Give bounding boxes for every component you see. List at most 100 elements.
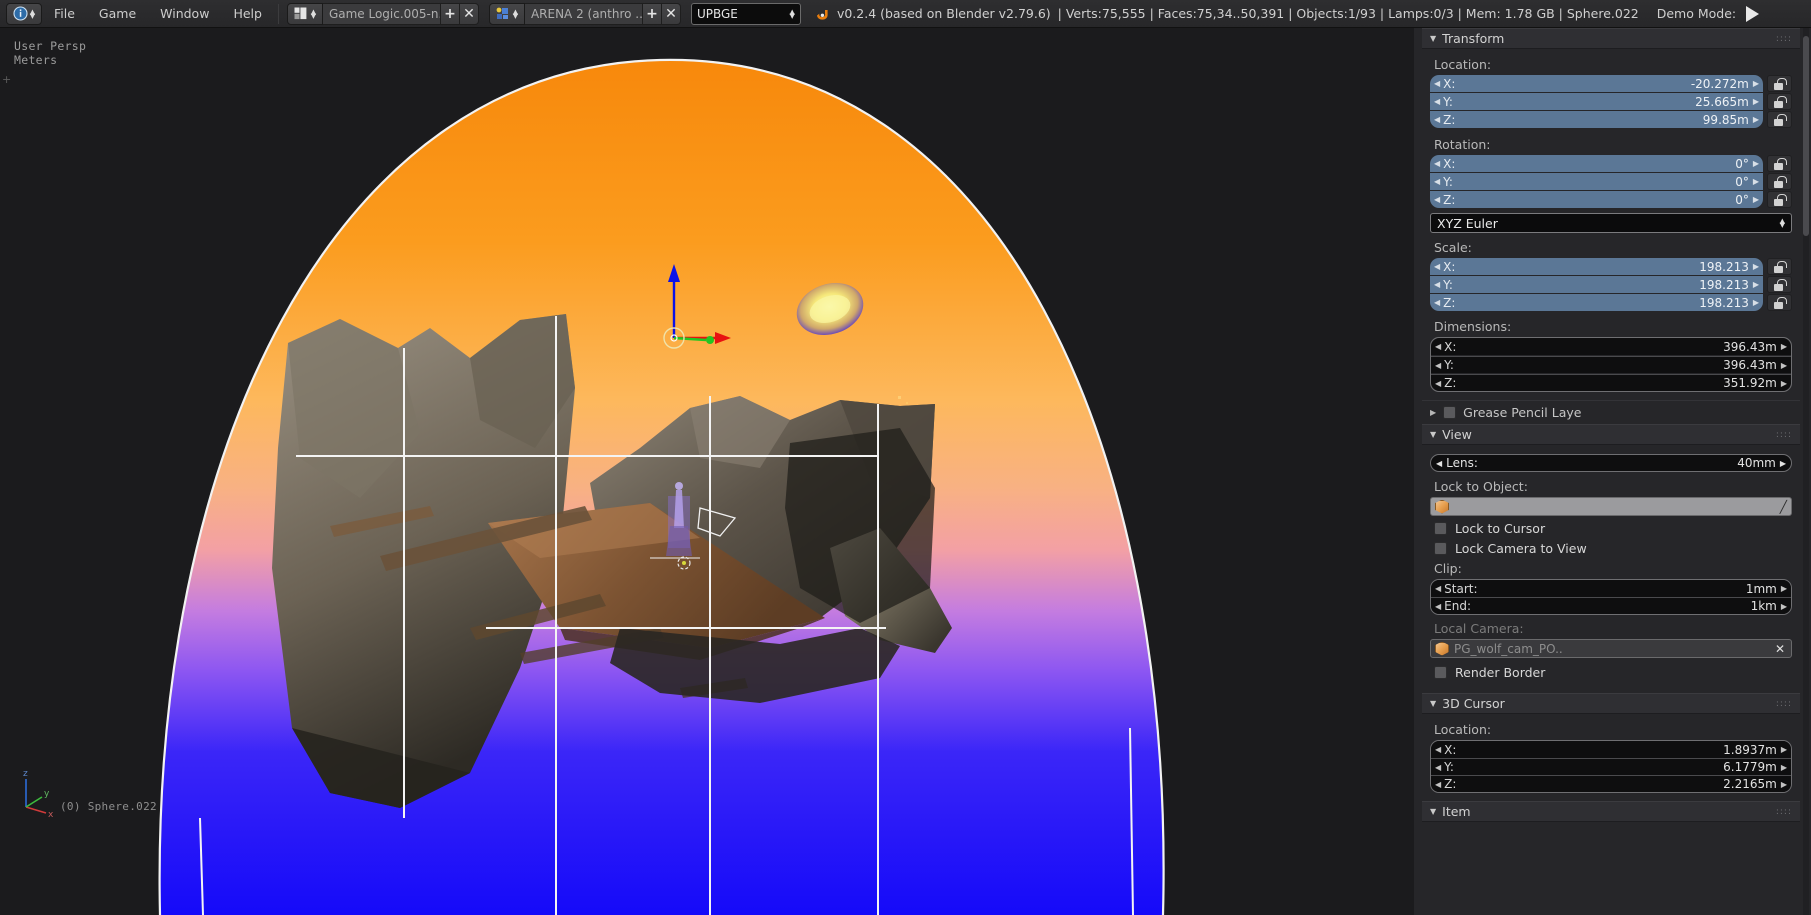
cursor-z-field[interactable]: ◀ Z: 2.2165m ▶ [1431, 775, 1791, 792]
increment-arrow-icon[interactable]: ▶ [1781, 602, 1787, 611]
info-editor-icon[interactable]: ▲ ▼ [6, 2, 42, 25]
dimensions-y-field[interactable]: ◀ Y: 396.43m ▶ [1431, 356, 1791, 373]
increment-arrow-icon[interactable]: ▶ [1781, 763, 1787, 772]
play-icon[interactable] [1746, 5, 1760, 22]
render-engine-select[interactable]: UPBGE ▲ ▼ [690, 2, 801, 25]
location-z-field[interactable]: ◀ Z: 99.85m ▶ [1430, 111, 1763, 128]
lens-field[interactable]: ◀ Lens: 40mm ▶ [1430, 454, 1792, 472]
scene-name-field[interactable]: ARENA 2 (anthro .. [524, 2, 643, 25]
panel-header-item[interactable]: ▼ Item :::: [1422, 801, 1800, 822]
decrement-arrow-icon[interactable]: ◀ [1434, 177, 1440, 186]
decrement-arrow-icon[interactable]: ◀ [1434, 115, 1440, 124]
panel-header-grease-pencil[interactable]: ▶ Grease Pencil Laye [1422, 400, 1800, 424]
panel-header-view[interactable]: ▼ View :::: [1422, 424, 1800, 445]
panel-header-3d-cursor[interactable]: ▼ 3D Cursor :::: [1422, 693, 1800, 714]
increment-arrow-icon[interactable]: ▶ [1753, 280, 1759, 289]
lock-camera-to-view-toggle[interactable]: Lock Camera to View [1434, 541, 1792, 556]
clip-start-field[interactable]: ◀ Start: 1mm ▶ [1431, 580, 1791, 597]
increment-arrow-icon[interactable]: ▶ [1781, 361, 1787, 370]
menu-game[interactable]: Game [87, 0, 148, 28]
increment-arrow-icon[interactable]: ▶ [1753, 115, 1759, 124]
increment-arrow-icon[interactable]: ▶ [1781, 379, 1787, 388]
increment-arrow-icon[interactable]: ▶ [1753, 159, 1759, 168]
increment-arrow-icon[interactable]: ▶ [1781, 745, 1787, 754]
delete-screen-layout-button[interactable]: ✕ [459, 2, 479, 25]
increment-arrow-icon[interactable]: ▶ [1753, 79, 1759, 88]
decrement-arrow-icon[interactable]: ◀ [1435, 379, 1441, 388]
increment-arrow-icon[interactable]: ▶ [1781, 342, 1787, 351]
viewport-toolshelf-expand-button[interactable]: + [2, 73, 11, 86]
panel-header-transform[interactable]: ▼ Transform :::: [1422, 28, 1800, 49]
decrement-arrow-icon[interactable]: ◀ [1435, 602, 1441, 611]
rotation-x-field[interactable]: ◀ X: 0° ▶ [1430, 155, 1763, 172]
3d-viewport[interactable]: User Persp Meters (0) Sphere.022 + z x y [0, 28, 1414, 915]
scale-y-field[interactable]: ◀ Y: 198.213 ▶ [1430, 276, 1763, 293]
lock-scale-x-button[interactable] [1767, 258, 1792, 275]
lock-to-object-field[interactable]: ╱ [1430, 497, 1792, 516]
lock-location-x-button[interactable] [1767, 75, 1792, 92]
screen-layout-name-field[interactable]: Game Logic.005-n.. [322, 2, 441, 25]
clear-local-camera-button[interactable]: ✕ [1773, 642, 1787, 656]
decrement-arrow-icon[interactable]: ◀ [1434, 195, 1440, 204]
render-border-toggle[interactable]: Render Border [1434, 665, 1792, 680]
scale-z-label: Z: [1443, 295, 1456, 310]
location-x-field[interactable]: ◀ X: -20.272m ▶ [1430, 75, 1763, 92]
rotation-y-field[interactable]: ◀ Y: 0° ▶ [1430, 173, 1763, 190]
rotation-mode-dropdown[interactable]: XYZ Euler ▲ ▼ [1430, 213, 1792, 233]
cursor-x-field[interactable]: ◀ X: 1.8937m ▶ [1431, 741, 1791, 758]
increment-arrow-icon[interactable]: ▶ [1753, 298, 1759, 307]
decrement-arrow-icon[interactable]: ◀ [1435, 780, 1441, 789]
increment-arrow-icon[interactable]: ▶ [1753, 262, 1759, 271]
dimensions-x-field[interactable]: ◀ X: 396.43m ▶ [1431, 338, 1791, 355]
decrement-arrow-icon[interactable]: ◀ [1434, 159, 1440, 168]
scene-icon[interactable]: ▲ ▼ [488, 2, 525, 25]
decrement-arrow-icon[interactable]: ◀ [1436, 459, 1442, 468]
decrement-arrow-icon[interactable]: ◀ [1435, 763, 1441, 772]
increment-arrow-icon[interactable]: ▶ [1780, 459, 1786, 468]
eyedropper-icon[interactable]: ╱ [1780, 500, 1787, 514]
decrement-arrow-icon[interactable]: ◀ [1435, 361, 1441, 370]
location-y-field[interactable]: ◀ Y: 25.665m ▶ [1430, 93, 1763, 110]
dimensions-z-field[interactable]: ◀ Z: 351.92m ▶ [1431, 374, 1791, 391]
decrement-arrow-icon[interactable]: ◀ [1434, 262, 1440, 271]
scale-field-group: ◀ X: 198.213 ▶ ◀ Y: 198.213 ▶ ◀ Z: 198.2… [1430, 258, 1792, 312]
spin-arrows-icon[interactable]: ▲ ▼ [30, 8, 35, 19]
lock-rotation-x-button[interactable] [1767, 155, 1792, 172]
lock-rotation-z-button[interactable] [1767, 191, 1792, 208]
spin-arrows-icon[interactable]: ▲ ▼ [311, 8, 316, 19]
lock-location-z-button[interactable] [1767, 111, 1792, 128]
decrement-arrow-icon[interactable]: ◀ [1434, 298, 1440, 307]
lock-to-cursor-toggle[interactable]: Lock to Cursor [1434, 521, 1792, 536]
increment-arrow-icon[interactable]: ▶ [1753, 177, 1759, 186]
spin-arrows-icon[interactable]: ▲ ▼ [513, 8, 518, 19]
sidebar-scrollbar-thumb[interactable] [1803, 36, 1809, 236]
menu-window[interactable]: Window [148, 0, 221, 28]
clip-end-field[interactable]: ◀ End: 1km ▶ [1431, 597, 1791, 614]
lock-location-y-button[interactable] [1767, 93, 1792, 110]
decrement-arrow-icon[interactable]: ◀ [1435, 584, 1441, 593]
decrement-arrow-icon[interactable]: ◀ [1435, 745, 1441, 754]
local-camera-field[interactable]: PG_wolf_cam_PO.. ✕ [1430, 639, 1792, 658]
decrement-arrow-icon[interactable]: ◀ [1434, 280, 1440, 289]
lock-rotation-y-button[interactable] [1767, 173, 1792, 190]
screen-layout-icon[interactable]: ▲ ▼ [286, 2, 323, 25]
delete-scene-button[interactable]: ✕ [661, 2, 681, 25]
increment-arrow-icon[interactable]: ▶ [1781, 780, 1787, 789]
increment-arrow-icon[interactable]: ▶ [1753, 97, 1759, 106]
lock-scale-z-button[interactable] [1767, 294, 1792, 311]
cursor-y-field[interactable]: ◀ Y: 6.1779m ▶ [1431, 758, 1791, 775]
scale-z-field[interactable]: ◀ Z: 198.213 ▶ [1430, 294, 1763, 311]
menu-help[interactable]: Help [221, 0, 274, 28]
decrement-arrow-icon[interactable]: ◀ [1435, 342, 1441, 351]
increment-arrow-icon[interactable]: ▶ [1781, 584, 1787, 593]
add-screen-layout-button[interactable]: + [440, 2, 460, 25]
scale-x-field[interactable]: ◀ X: 198.213 ▶ [1430, 258, 1763, 275]
lock-scale-y-button[interactable] [1767, 276, 1792, 293]
add-scene-button[interactable]: + [642, 2, 662, 25]
clip-start-value: 1mm [1745, 581, 1777, 596]
decrement-arrow-icon[interactable]: ◀ [1434, 97, 1440, 106]
menu-file[interactable]: File [42, 0, 87, 28]
rotation-z-field[interactable]: ◀ Z: 0° ▶ [1430, 191, 1763, 208]
increment-arrow-icon[interactable]: ▶ [1753, 195, 1759, 204]
decrement-arrow-icon[interactable]: ◀ [1434, 79, 1440, 88]
